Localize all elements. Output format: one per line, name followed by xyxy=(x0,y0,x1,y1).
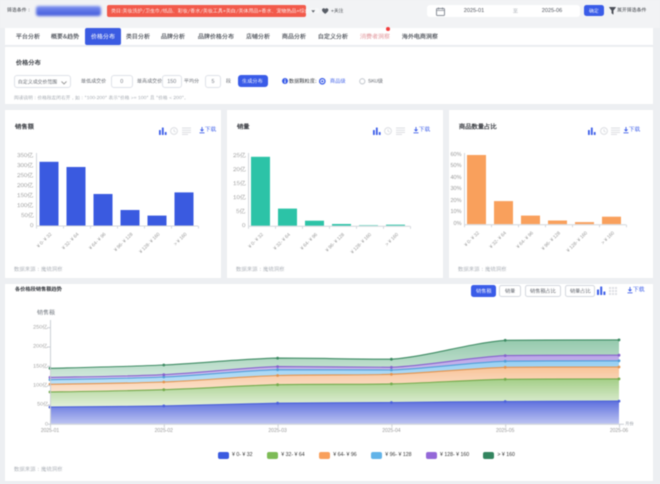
svg-text:¥ 0- ¥ 32: ¥ 0- ¥ 32 xyxy=(247,232,265,250)
svg-text:> ¥ 160: > ¥ 160 xyxy=(173,231,189,247)
svg-text:¥ 32- ¥ 64: ¥ 32- ¥ 64 xyxy=(61,231,81,251)
svg-text:¥ 0- ¥ 32: ¥ 0- ¥ 32 xyxy=(463,230,481,248)
svg-text:¥ 0- ¥ 32: ¥ 0- ¥ 32 xyxy=(36,231,54,249)
svg-text:¥ 128- ¥ 160: ¥ 128- ¥ 160 xyxy=(350,232,374,256)
svg-text:¥ 96- ¥ 128: ¥ 96- ¥ 128 xyxy=(541,230,563,252)
svg-text:> ¥ 160: > ¥ 160 xyxy=(600,230,616,246)
svg-text:> ¥ 160: > ¥ 160 xyxy=(384,232,400,248)
svg-text:¥ 32- ¥ 64: ¥ 32- ¥ 64 xyxy=(272,232,292,252)
svg-text:¥ 64- ¥ 96: ¥ 64- ¥ 96 xyxy=(299,232,319,252)
svg-text:¥ 96- ¥ 128: ¥ 96- ¥ 128 xyxy=(113,231,135,253)
svg-text:¥ 64- ¥ 96: ¥ 64- ¥ 96 xyxy=(88,231,108,251)
svg-text:¥ 128- ¥ 160: ¥ 128- ¥ 160 xyxy=(138,231,162,255)
svg-text:¥ 96- ¥ 128: ¥ 96- ¥ 128 xyxy=(325,232,347,254)
svg-text:¥ 32- ¥ 64: ¥ 32- ¥ 64 xyxy=(488,230,508,250)
svg-text:¥ 128- ¥ 160: ¥ 128- ¥ 160 xyxy=(566,230,590,254)
svg-text:¥ 64- ¥ 96: ¥ 64- ¥ 96 xyxy=(515,230,535,250)
